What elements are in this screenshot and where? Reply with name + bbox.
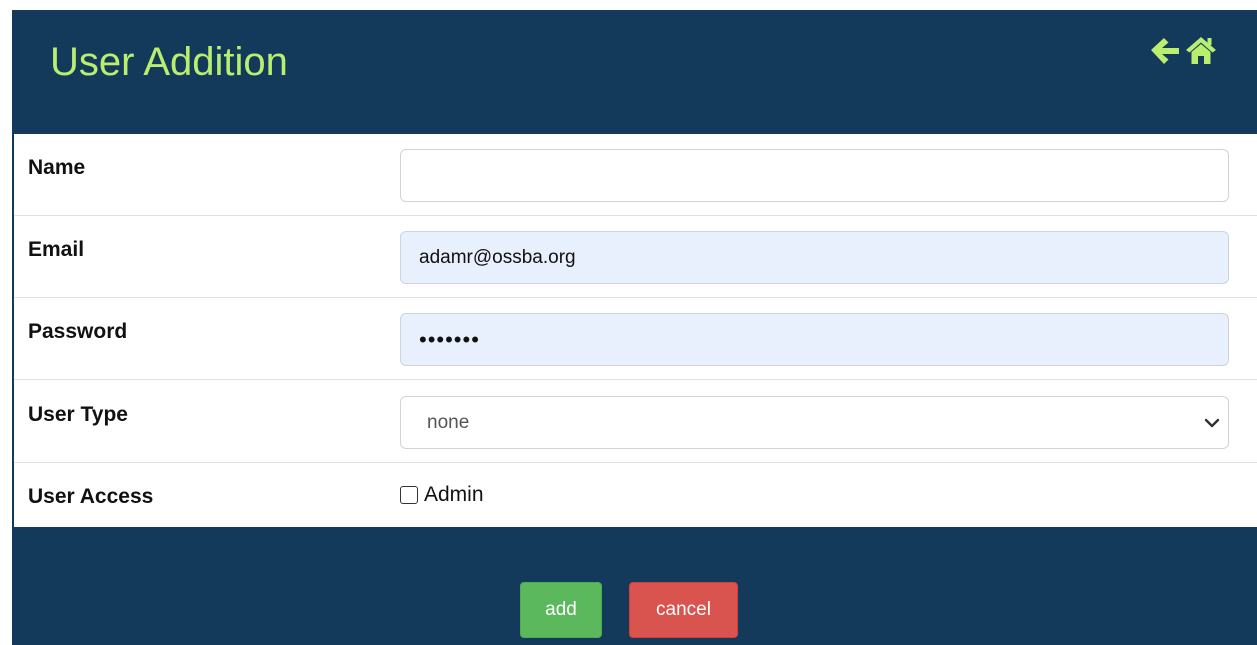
user-form: Name Email Password User Type none User … (14, 134, 1257, 527)
arrow-left-icon[interactable] (1149, 32, 1181, 68)
add-button[interactable]: add (520, 582, 602, 638)
email-field[interactable] (400, 231, 1229, 284)
admin-checkbox-label: Admin (424, 483, 484, 506)
cancel-button[interactable]: cancel (629, 582, 738, 638)
user-access-label: User Access (28, 485, 154, 508)
form-row-email: Email (14, 216, 1257, 298)
header-nav (1149, 32, 1217, 68)
home-icon[interactable] (1185, 32, 1217, 68)
user-type-label: User Type (28, 403, 128, 426)
form-row-user-access: User Access Admin (14, 463, 1257, 545)
password-field[interactable] (400, 313, 1229, 366)
page-title: User Addition (50, 40, 288, 84)
page-header: User Addition (12, 10, 1257, 135)
name-label: Name (28, 156, 86, 179)
form-row-name: Name (14, 134, 1257, 216)
admin-checkbox[interactable] (400, 486, 418, 504)
admin-checkbox-control[interactable]: Admin (400, 483, 484, 507)
email-label: Email (28, 238, 85, 261)
form-row-user-type: User Type none (14, 381, 1257, 463)
app-container: User Addition Name Email adamr@ossba.org… (12, 10, 1257, 645)
user-type-select[interactable]: none (400, 396, 1229, 449)
password-label: Password (28, 320, 128, 343)
name-field[interactable] (400, 149, 1229, 202)
chevron-down-icon (1204, 418, 1220, 428)
home-icon-graphic (1186, 37, 1216, 64)
user-type-selected-value: none (427, 412, 470, 433)
form-row-password: Password (14, 298, 1257, 380)
arrow-left-icon-graphic (1151, 38, 1179, 64)
